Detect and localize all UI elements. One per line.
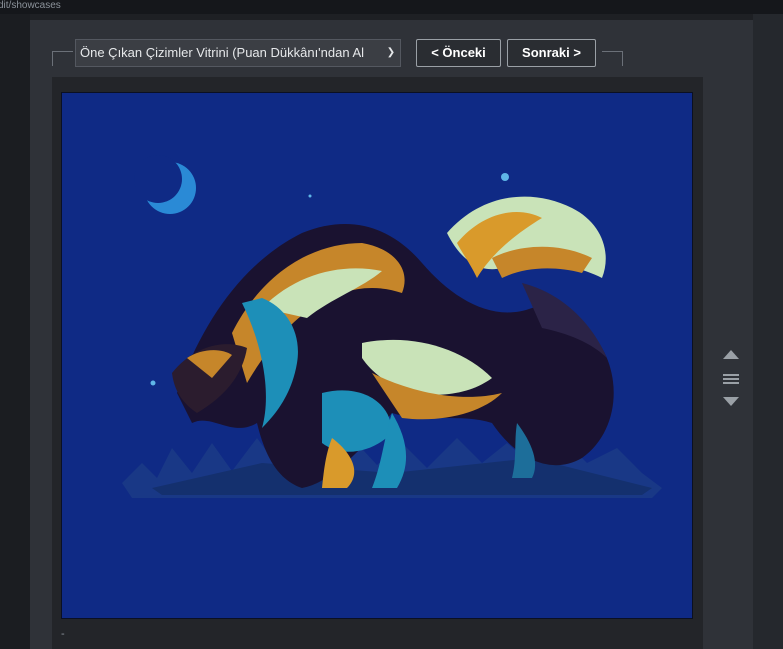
frame-bracket-left [52,51,73,66]
address-bar: dit/showcases [0,0,783,14]
drag-handle-icon[interactable] [723,374,739,384]
frame-bracket-right [602,51,623,66]
reorder-controls [720,348,742,410]
right-gutter [753,14,783,649]
move-down-icon[interactable] [723,397,739,406]
showcase-select-value: Öne Çıkan Çizimler Vitrini (Puan Dükkânı… [80,45,365,60]
showcase-select[interactable]: Öne Çıkan Çizimler Vitrini (Puan Dükkânı… [75,39,401,67]
next-button[interactable]: Sonraki > [507,39,596,67]
url-text: dit/showcases [0,0,61,11]
artwork-illustration [62,93,692,618]
showcase-artwork[interactable] [61,92,693,619]
move-up-icon[interactable] [723,350,739,359]
artwork-caption: - [61,628,65,640]
prev-button[interactable]: < Önceki [416,39,501,67]
chevron-down-icon: ❯ [385,40,397,66]
left-gutter [0,14,30,649]
